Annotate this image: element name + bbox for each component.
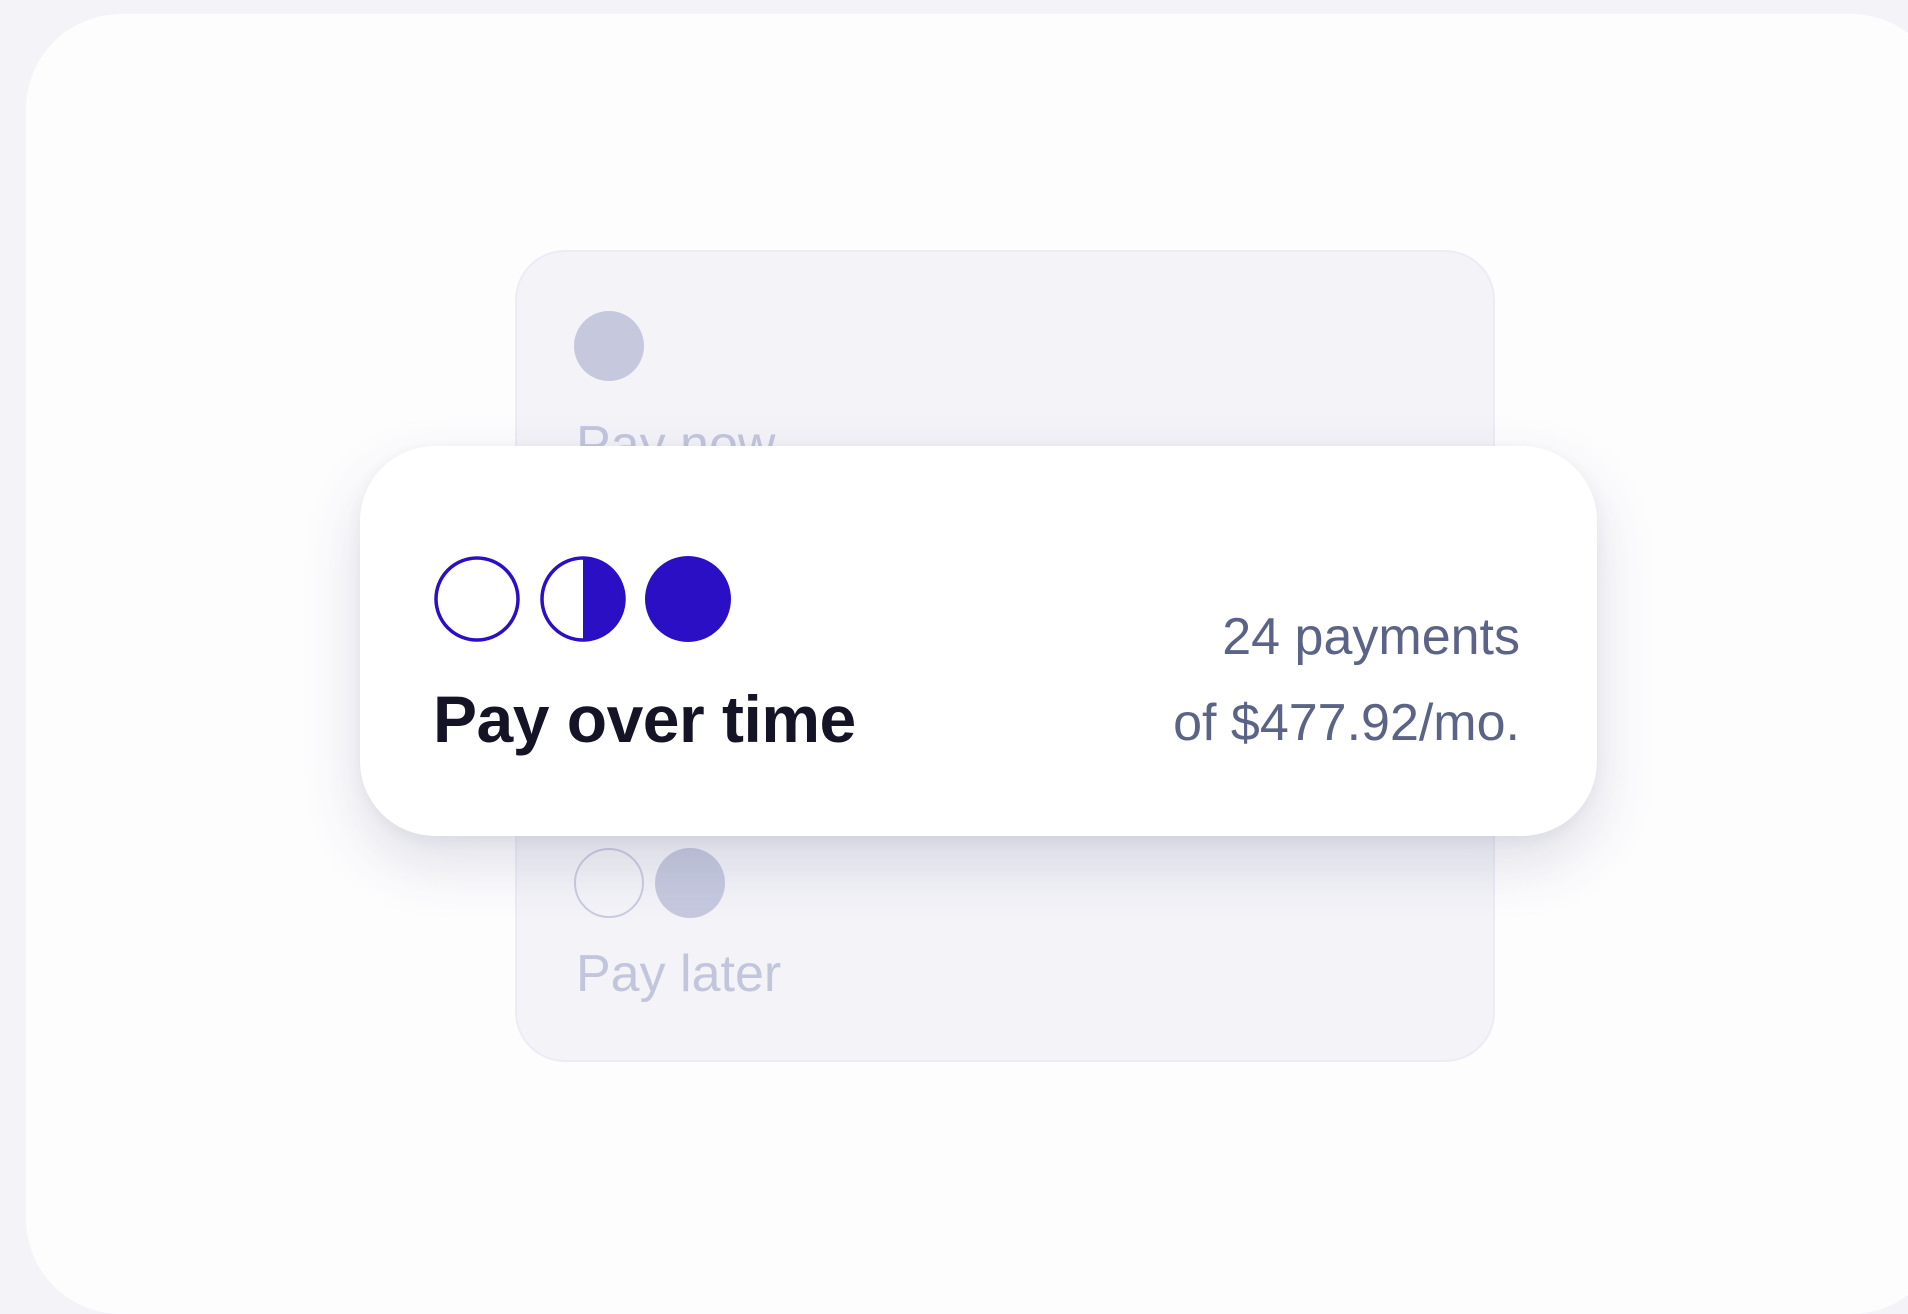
pay-over-time-title: Pay over time	[433, 682, 856, 756]
empty-circle-icon	[434, 556, 520, 642]
pay-now-circle-icon	[574, 311, 644, 381]
monthly-amount-text: of $477.92/mo.	[1173, 694, 1520, 752]
pay-later-empty-circle-icon	[574, 848, 644, 918]
half-circle-fill-icon	[583, 558, 624, 640]
pay-over-time-option-card[interactable]: Pay over time 24 payments of $477.92/mo.	[360, 446, 1597, 836]
full-circle-icon	[645, 556, 731, 642]
pay-later-option-label[interactable]: Pay later	[576, 948, 781, 1000]
pay-later-filled-circle-icon	[655, 848, 725, 918]
three-circle-phase-icon	[433, 553, 753, 645]
pay-over-time-detail: 24 payments of $477.92/mo.	[1173, 594, 1520, 766]
payment-count-text: 24 payments	[1222, 608, 1520, 666]
